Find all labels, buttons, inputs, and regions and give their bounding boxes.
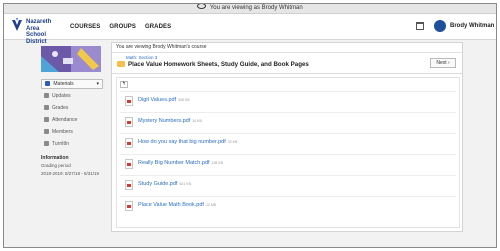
grading-period-value: 2018-2019: 8/27/18 - 5/31/19 [41, 170, 100, 176]
sidebar-item-label: Updates [52, 93, 71, 99]
course-sidebar: Materials ▾ Updates Grades Attendance Me… [41, 46, 107, 176]
file-name: Place Value Math Book.pdf [138, 202, 204, 208]
viewing-as-text: You are viewing as Brody Whitman [209, 5, 303, 11]
list-item[interactable]: Place Value Math Book.pdf 12 MB [120, 196, 456, 214]
attendance-icon [44, 117, 49, 123]
file-size: 34 KB [192, 119, 202, 123]
grading-period-label: Grading period [41, 163, 71, 168]
turnitin-icon [44, 141, 49, 147]
pdf-icon [125, 138, 133, 148]
file-link[interactable]: Place Value Math Book.pdf 12 MB [138, 202, 216, 208]
sidebar-item-members[interactable]: Members [41, 128, 107, 137]
breadcrumb[interactable]: Math: Section 3 [126, 55, 157, 60]
list-item[interactable]: Mystery Numbers.pdf 34 KB [120, 112, 456, 130]
file-size: 308 KB [178, 98, 190, 102]
nav-grades[interactable]: GRADES [145, 24, 171, 30]
materials-icon [45, 81, 50, 87]
nav-groups[interactable]: GROUPS [109, 24, 136, 30]
file-link[interactable]: Mystery Numbers.pdf 34 KB [138, 118, 202, 124]
sidebar-item-label: Grades [52, 105, 69, 111]
file-size: 32 KB [227, 140, 238, 144]
sidebar-item-updates[interactable]: Updates [41, 92, 107, 101]
file-name: Really Big Number Match.pdf [138, 160, 210, 166]
list-item[interactable]: Digit Values.pdf 308 KB [120, 91, 456, 109]
chevron-down-icon: ▾ [96, 81, 99, 87]
file-size: 228 KB [211, 161, 224, 165]
calendar-icon[interactable] [416, 22, 424, 30]
main-content-panel: You are viewing Brody Whitman's course M… [111, 42, 463, 232]
file-name: Digit Values.pdf [138, 97, 177, 103]
viewing-as-banner: You are viewing as Brody Whitman [4, 4, 496, 14]
browser-frame: You are viewing as Brody Whitman Nazaret… [3, 3, 497, 248]
school-name-line-1: Nazareth Area [26, 19, 52, 32]
school-name-line-2: School District [26, 32, 47, 45]
list-item[interactable]: Really Big Number Match.pdf 228 KB [120, 154, 456, 172]
file-link[interactable]: Study Guide.pdf 621 KB [138, 181, 191, 187]
folder-icon [117, 61, 125, 67]
updates-icon [44, 93, 49, 99]
file-link[interactable]: Really Big Number Match.pdf 228 KB [138, 160, 223, 166]
next-button-label: Next [436, 60, 447, 66]
nav-courses[interactable]: COURSES [70, 24, 100, 30]
nav-links: COURSES GROUPS GRADES [70, 14, 180, 39]
materials-label: Materials [53, 81, 74, 87]
sidebar-item-turnitin[interactable]: TurnItIn [41, 140, 107, 149]
pdf-icon [125, 201, 133, 211]
grades-icon [44, 105, 49, 111]
back-button[interactable]: ↰ [120, 81, 128, 88]
sidebar-item-grades[interactable]: Grades [41, 104, 107, 113]
file-size: 621 KB [179, 182, 191, 186]
sidebar-item-label: Members [52, 129, 73, 135]
school-name[interactable]: Nazareth Area School District [26, 19, 66, 45]
next-button[interactable]: Next › [430, 58, 456, 68]
pdf-icon [125, 159, 133, 169]
chevron-right-icon: › [448, 60, 450, 66]
viewing-course-banner: You are viewing Brody Whitman's course [112, 43, 462, 53]
sidebar-item-label: Attendance [52, 117, 78, 123]
list-item[interactable]: How do you say that big number.pdf 32 KB [120, 133, 456, 151]
avatar[interactable] [434, 20, 446, 32]
sidebar-item-label: TurnItIn [52, 141, 70, 147]
file-link[interactable]: How do you say that big number.pdf 32 KB [138, 139, 237, 145]
folder-header: Math: Section 3 Place Value Homework She… [112, 53, 462, 74]
page-title: Place Value Homework Sheets, Study Guide… [128, 61, 309, 68]
sidebar-item-attendance[interactable]: Attendance [41, 116, 107, 125]
pdf-icon [125, 96, 133, 106]
file-name: Mystery Numbers.pdf [138, 118, 191, 124]
file-list: ↰ Digit Values.pdf 308 KB Mystery Numbers… [116, 77, 460, 228]
information-heading: Information [41, 155, 69, 161]
eye-icon [197, 4, 207, 10]
list-item[interactable]: Study Guide.pdf 621 KB [120, 175, 456, 193]
pdf-icon [125, 117, 133, 127]
file-name: Study Guide.pdf [138, 181, 178, 187]
members-icon [44, 129, 49, 135]
pdf-icon [125, 180, 133, 190]
materials-dropdown[interactable]: Materials ▾ [41, 79, 103, 89]
user-name[interactable]: Brody Whitman [450, 23, 494, 29]
top-navigation: Nazareth Area School District COURSES GR… [4, 14, 496, 45]
file-link[interactable]: Digit Values.pdf 308 KB [138, 97, 190, 103]
file-size: 12 MB [205, 203, 217, 207]
course-thumbnail [41, 46, 101, 72]
file-name: How do you say that big number.pdf [138, 139, 226, 145]
school-logo-icon[interactable] [11, 18, 23, 33]
